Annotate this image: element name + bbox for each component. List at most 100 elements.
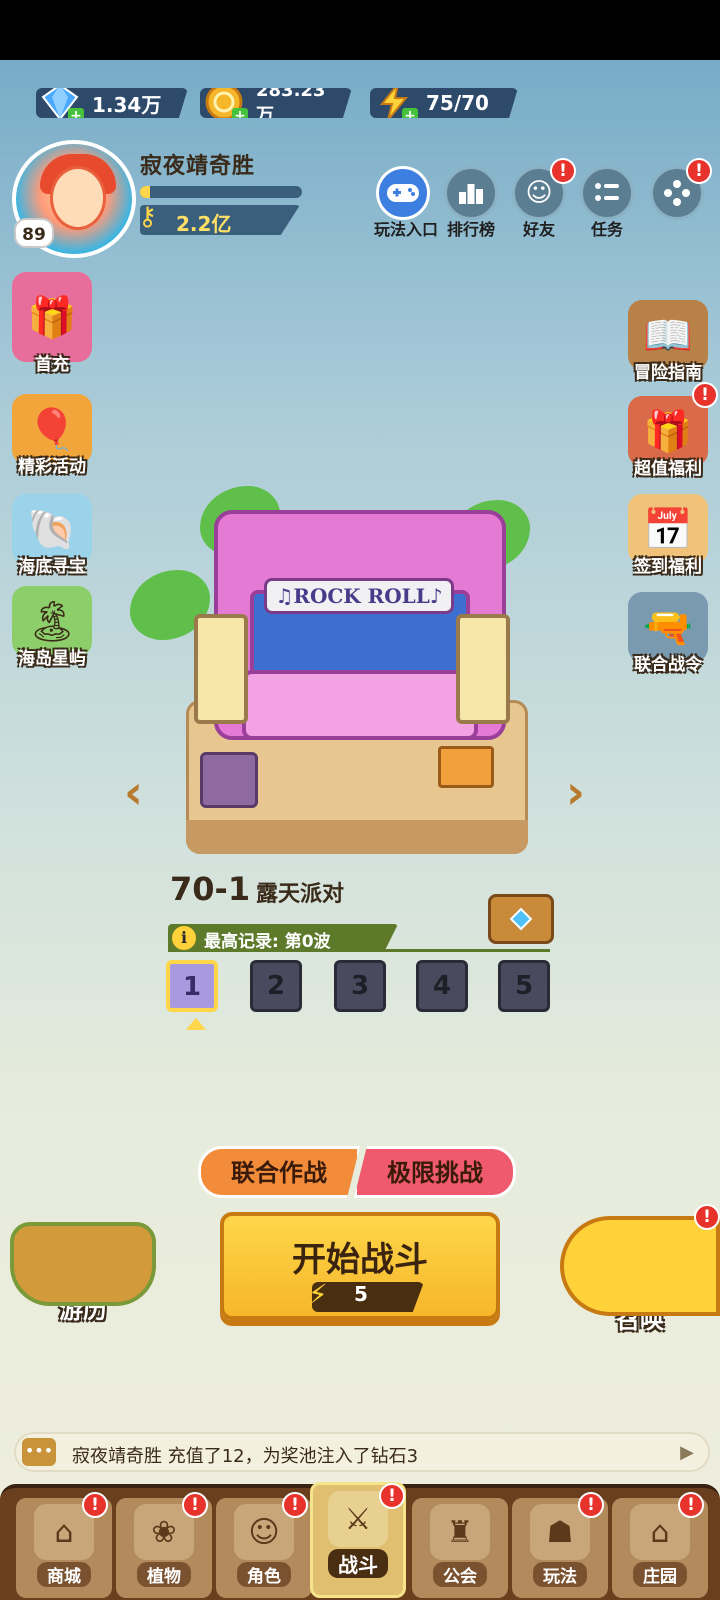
plus-icon: +: [402, 108, 418, 118]
leaderboard-label: 排行榜: [446, 220, 495, 239]
nav-characters-badge: !: [282, 1492, 308, 1518]
plus-icon: +: [68, 108, 84, 118]
limit-challenge-tab[interactable]: 极限挑战: [354, 1146, 516, 1198]
travel-button[interactable]: 游历: [8, 1222, 158, 1325]
island-label: 海岛星屿: [18, 649, 86, 669]
bottom-nav: ⌂ 商城 ! ❀ 植物 ! ☺ 角色 ! ⚔ 战斗 ! ♜ 公会 ☗ 玩法 ! …: [0, 1482, 720, 1600]
xp-bar: [140, 186, 302, 198]
wave-selector-pointer: [186, 1018, 206, 1030]
diamond-counter[interactable]: + 1.34万: [36, 88, 188, 118]
nav-shop-badge: !: [82, 1492, 108, 1518]
nav-modes-badge: !: [578, 1492, 604, 1518]
island-bottom: [186, 820, 528, 854]
nav-plants[interactable]: ❀ 植物 !: [116, 1492, 212, 1598]
power-value: 2.2亿: [176, 212, 232, 236]
friends-alert-badge: !: [550, 158, 576, 184]
speaker-prop: [200, 752, 258, 808]
wave-button-1[interactable]: 1: [166, 960, 218, 1012]
island-button[interactable]: 🏝 海岛星屿: [4, 586, 100, 669]
level-name: 露天派对: [256, 882, 345, 907]
first-recharge-icon: 🎁: [12, 272, 92, 362]
stage-door-right: [456, 614, 510, 724]
nav-manor-badge: !: [678, 1492, 704, 1518]
value-gift-label: 超值福利: [634, 459, 702, 479]
gold-coin-icon: +: [202, 88, 248, 118]
leaderboard-button[interactable]: 排行榜: [442, 166, 500, 240]
diamond-value: 1.34万: [92, 92, 162, 117]
nav-guild-label: 公会: [433, 1562, 487, 1587]
energy-counter[interactable]: + 75/70: [370, 88, 518, 118]
chest-gem: [509, 907, 533, 931]
friends-label: 好友: [522, 220, 555, 239]
stage-sign: ♫ROCK ROLL♪: [264, 578, 454, 614]
first-recharge-button[interactable]: 🎁 首充: [4, 272, 100, 375]
info-icon[interactable]: i: [172, 926, 196, 950]
play-entry-button[interactable]: 玩法入口: [374, 166, 439, 240]
stage-scene[interactable]: ♫ROCK ROLL♪: [130, 486, 540, 860]
value-gift-button[interactable]: 🎁 超值福利 !: [620, 382, 718, 479]
friends-button[interactable]: ☺ 好友 !: [510, 158, 576, 240]
nav-shop-label: 商城: [37, 1562, 91, 1587]
battle-pass-button[interactable]: 🔫 联合战令: [620, 592, 716, 675]
events-button[interactable]: 🎈 精彩活动: [4, 394, 100, 477]
wave-button-3[interactable]: 3: [334, 960, 386, 1012]
adventure-guide-label: 冒险指南: [634, 363, 702, 383]
nav-plants-badge: !: [182, 1492, 208, 1518]
adventure-guide-button[interactable]: 📖 冒险指南: [620, 300, 716, 383]
nav-guild[interactable]: ♜ 公会: [412, 1498, 508, 1598]
next-stage-arrow-icon[interactable]: ›: [566, 769, 596, 815]
chat-bubble-icon: •••: [22, 1438, 56, 1466]
prev-stage-arrow-icon[interactable]: ‹: [124, 769, 154, 815]
nav-characters[interactable]: ☺ 角色 !: [216, 1492, 312, 1598]
wave-button-5[interactable]: 5: [498, 960, 550, 1012]
start-battle-button[interactable]: 开始战斗 ⚡ 5: [220, 1212, 500, 1320]
play-entry-label: 玩法入口: [374, 220, 439, 239]
battle-pass-label: 联合战令: [634, 655, 702, 675]
nav-battle[interactable]: ⚔ 战斗 !: [310, 1482, 406, 1598]
gold-counter[interactable]: + 283.23万: [200, 88, 352, 118]
nav-modes[interactable]: ☗ 玩法 !: [512, 1492, 608, 1598]
summon-characters-icon: [560, 1216, 720, 1316]
more-alert-badge: !: [686, 158, 712, 184]
summon-alert-badge: !: [694, 1204, 720, 1230]
treasure-chest-icon[interactable]: [488, 894, 554, 944]
summon-button[interactable]: 召唤 !: [560, 1204, 720, 1335]
coop-battle-tab[interactable]: 联合作战: [198, 1146, 360, 1198]
accordion-prop: [438, 746, 494, 788]
checkin-button[interactable]: 📅 签到福利: [620, 494, 716, 577]
gamepad-icon: [376, 166, 430, 220]
wave-button-4[interactable]: 4: [416, 960, 468, 1012]
treasure-pile-icon: [10, 1222, 156, 1306]
level-code: 70-1: [170, 870, 251, 908]
nav-manor-label: 庄园: [633, 1562, 687, 1587]
player-name: 寂夜靖奇胜: [140, 154, 256, 179]
player-level-badge: 89: [14, 218, 54, 248]
diamond-icon: +: [38, 88, 84, 118]
lightning-icon: ⚡: [308, 1278, 328, 1311]
nav-manor[interactable]: ⌂ 庄园 !: [612, 1492, 708, 1598]
tasks-button[interactable]: 任务: [578, 166, 636, 240]
first-recharge-label: 首充: [35, 355, 69, 375]
key-icon: ⚷: [138, 202, 158, 232]
broadcast-ticker[interactable]: ••• 寂夜靖奇胜 充值了12，为奖池注入了钻石3 ▶: [14, 1432, 710, 1472]
nav-characters-label: 角色: [237, 1562, 291, 1587]
gold-value: 283.23万: [256, 79, 326, 126]
guild-icon: ♜: [430, 1504, 490, 1560]
tasks-label: 任务: [590, 220, 623, 239]
more-button[interactable]: !: [648, 158, 712, 220]
lightning-icon: +: [372, 88, 418, 118]
plus-icon: +: [232, 108, 248, 118]
value-gift-alert-badge: !: [692, 382, 718, 408]
play-arrow-icon[interactable]: ▶: [680, 1442, 694, 1463]
tasks-icon: [580, 166, 634, 220]
treasure-hunt-button[interactable]: 🐚 海底寻宝: [4, 494, 100, 577]
nav-modes-label: 玩法: [533, 1562, 587, 1587]
stage-door-left: [194, 614, 248, 724]
treasure-hunt-label: 海底寻宝: [18, 557, 86, 577]
nav-shop[interactable]: ⌂ 商城 !: [16, 1492, 112, 1598]
wave-button-2[interactable]: 2: [250, 960, 302, 1012]
checkin-label: 签到福利: [634, 557, 702, 577]
events-label: 精彩活动: [18, 457, 86, 477]
nav-battle-label: 战斗: [328, 1549, 388, 1578]
start-battle-label: 开始战斗: [292, 1240, 428, 1280]
